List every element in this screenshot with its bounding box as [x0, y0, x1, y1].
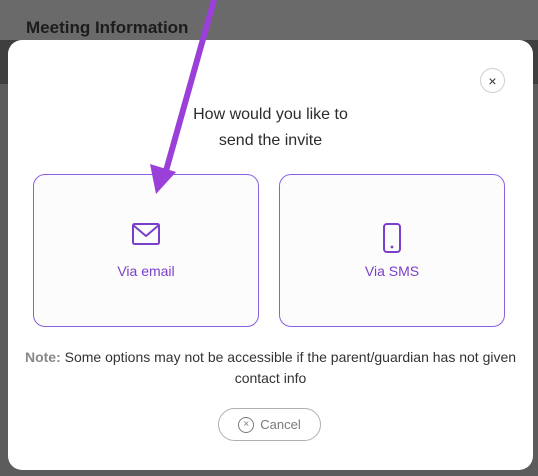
note-message: Some options may not be accessible if th…: [64, 349, 517, 386]
background-header: Meeting Information: [0, 0, 538, 40]
phone-icon: [280, 223, 504, 253]
via-email-option[interactable]: Via email: [33, 174, 259, 327]
via-email-label: Via email: [117, 263, 175, 279]
cancel-button[interactable]: × Cancel: [218, 408, 321, 441]
close-icon: ×: [488, 72, 497, 89]
via-sms-option[interactable]: Via SMS: [279, 174, 505, 327]
close-button[interactable]: ×: [480, 68, 505, 93]
via-sms-label: Via SMS: [364, 263, 420, 279]
cancel-x-icon: ×: [238, 416, 255, 433]
heading-line-1: How would you like to: [193, 106, 348, 123]
background-page-title: Meeting Information: [26, 18, 189, 37]
envelope-icon: [34, 223, 258, 253]
modal-heading: How would you like to send the invite: [8, 102, 533, 154]
note-label: Note:: [24, 349, 61, 365]
cancel-label: Cancel: [260, 417, 301, 432]
note-text: Note: Some options may not be accessible…: [8, 347, 533, 389]
heading-line-2: send the invite: [218, 132, 323, 149]
send-invite-modal: × How would you like to send the invite …: [8, 40, 533, 470]
